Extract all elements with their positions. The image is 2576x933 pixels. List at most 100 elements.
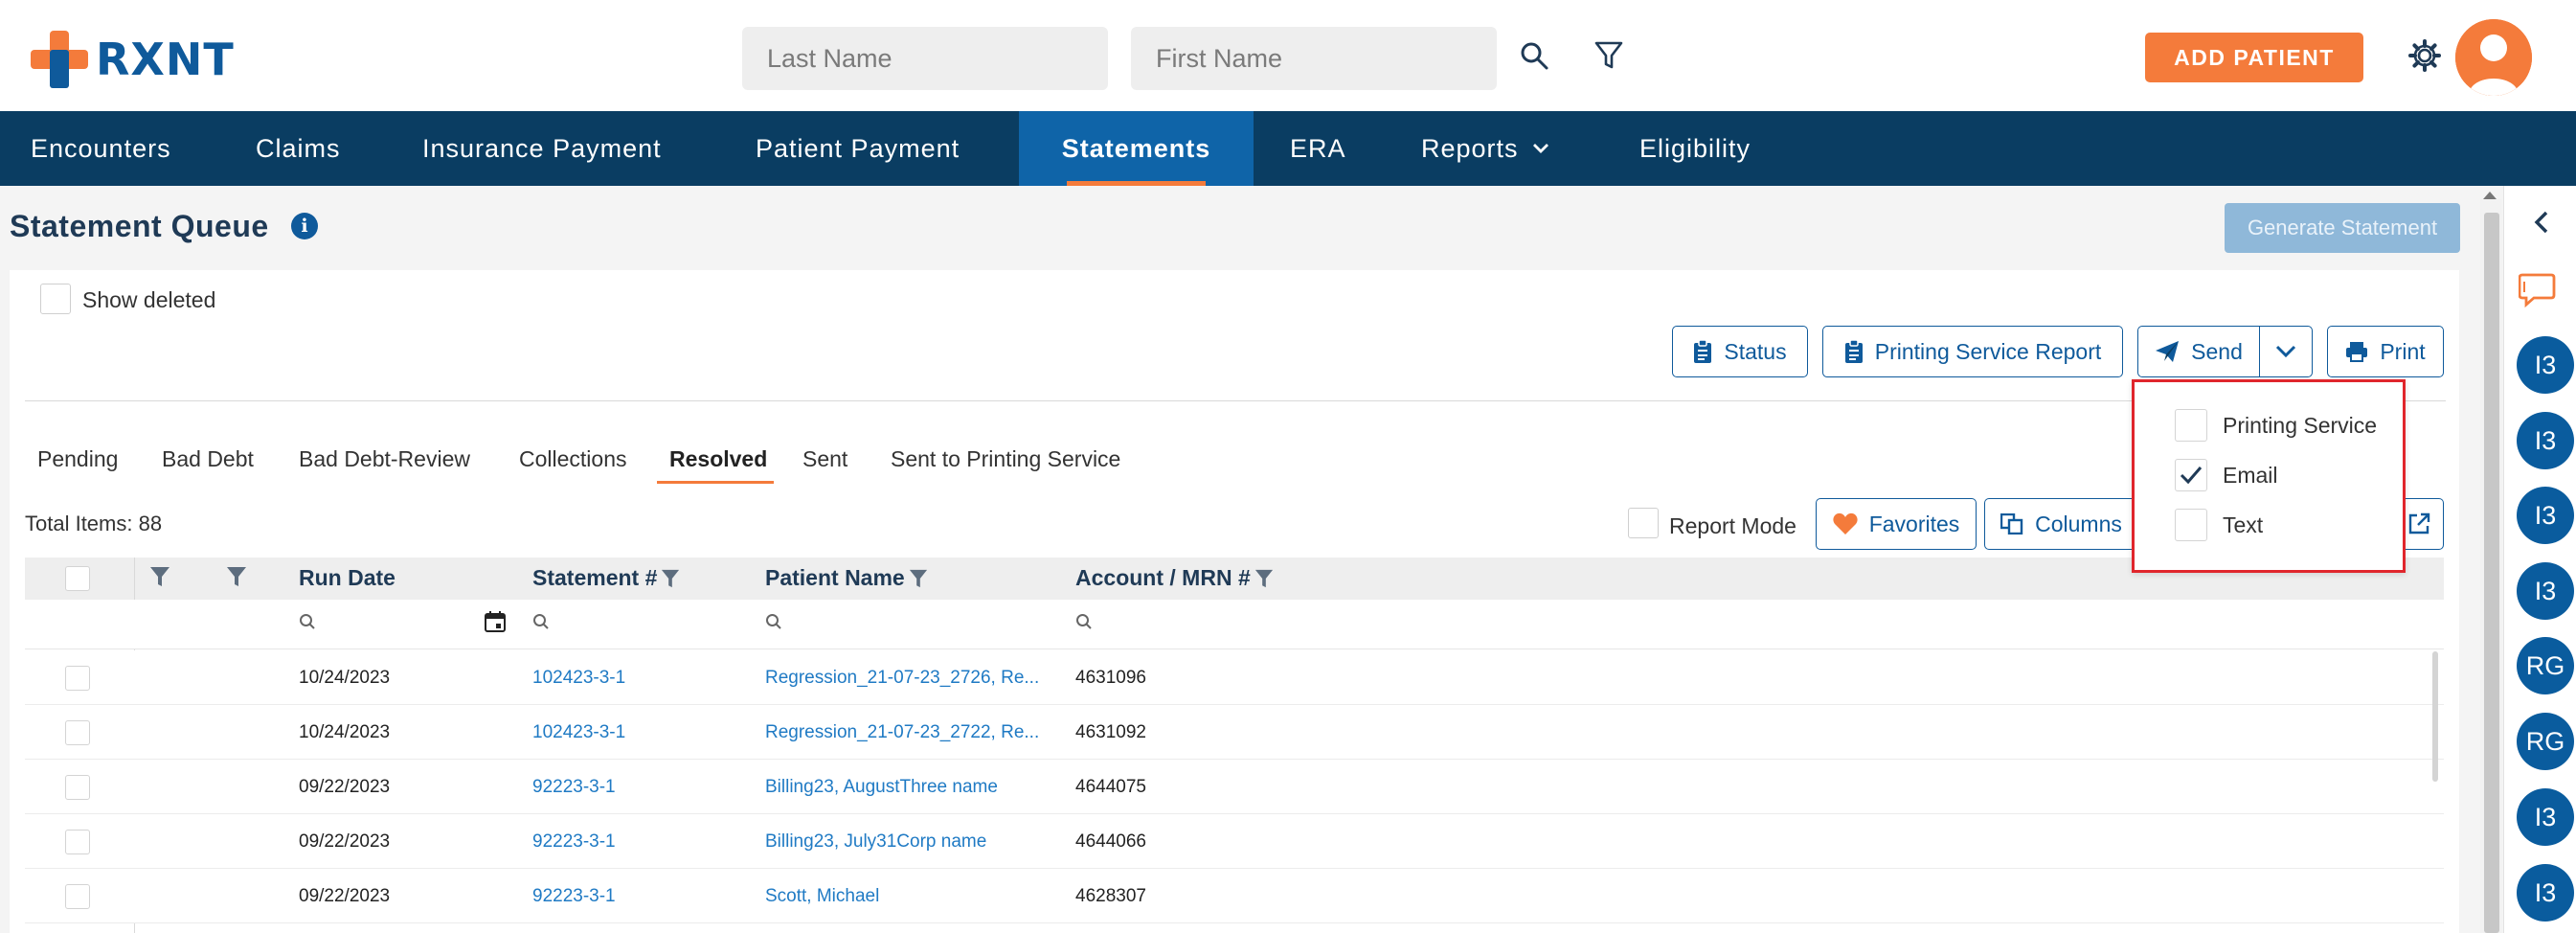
rxnt-logo[interactable]: RXNT bbox=[31, 29, 251, 90]
send-button[interactable]: Send bbox=[2137, 326, 2260, 377]
favorites-button[interactable]: Favorites bbox=[1816, 498, 1977, 550]
filter-icon[interactable] bbox=[1592, 38, 1626, 73]
calendar-icon[interactable] bbox=[485, 611, 506, 637]
run-date-header: Run Date bbox=[299, 565, 395, 590]
generate-statement-button[interactable]: Generate Statement bbox=[2225, 203, 2460, 253]
gear-icon[interactable] bbox=[2406, 36, 2444, 75]
table-row[interactable]: 09/22/2023 92223-3-1 Billing23, July31Co… bbox=[25, 814, 2444, 869]
send-options-toggle[interactable] bbox=[2259, 326, 2313, 377]
rail-avatar[interactable]: RG bbox=[2517, 713, 2574, 770]
patient-link[interactable]: Billing23, AugustThree name bbox=[765, 777, 998, 798]
statement-link[interactable]: 92223-3-1 bbox=[532, 777, 616, 798]
filter-icon[interactable] bbox=[661, 568, 680, 589]
filter-icon[interactable] bbox=[149, 565, 170, 593]
add-patient-button[interactable]: ADD PATIENT bbox=[2145, 33, 2363, 82]
nav-statements[interactable]: Statements bbox=[1019, 111, 1254, 186]
toolbar-divider bbox=[25, 400, 2446, 401]
columns-button[interactable]: Columns bbox=[1984, 498, 2137, 550]
rail-avatar[interactable]: I3 bbox=[2517, 412, 2574, 469]
scroll-up-icon[interactable] bbox=[2483, 192, 2497, 199]
rail-avatar[interactable]: RG bbox=[2517, 637, 2574, 694]
filter-icon[interactable] bbox=[226, 565, 247, 593]
row-checkbox[interactable] bbox=[65, 720, 90, 745]
patient-search-icon[interactable] bbox=[765, 613, 782, 635]
tab-sent[interactable]: Sent bbox=[802, 446, 847, 472]
option-email[interactable]: Email bbox=[2175, 459, 2278, 491]
first-name-input[interactable] bbox=[1131, 27, 1497, 90]
cross-logo-icon bbox=[31, 31, 88, 88]
last-name-input[interactable] bbox=[742, 27, 1108, 90]
page-scrollbar-thumb[interactable] bbox=[2484, 213, 2499, 933]
columns-icon bbox=[2000, 513, 2023, 535]
table-row[interactable]: 10/24/2023 102423-3-1 Regression_21-07-2… bbox=[25, 705, 2444, 760]
select-all-checkbox[interactable] bbox=[65, 566, 90, 591]
row-checkbox[interactable] bbox=[65, 775, 90, 800]
checkmark-icon bbox=[2180, 466, 2203, 485]
tab-bad-debt[interactable]: Bad Debt bbox=[162, 446, 254, 472]
column-statement-number[interactable]: Statement # bbox=[532, 565, 680, 591]
patient-link[interactable]: Scott, Michael bbox=[765, 886, 879, 907]
column-run-date[interactable]: Run Date bbox=[299, 565, 395, 591]
option-printing-service[interactable]: Printing Service bbox=[2175, 409, 2377, 442]
nav-insurance-payment[interactable]: Insurance Payment bbox=[392, 111, 692, 186]
option-text[interactable]: Text bbox=[2175, 509, 2263, 541]
patient-link[interactable]: Regression_21-07-23_2726, Re... bbox=[765, 668, 1039, 689]
statement-search-icon[interactable] bbox=[532, 613, 550, 635]
printing-service-label: Printing Service bbox=[2223, 412, 2378, 438]
search-icon[interactable] bbox=[1517, 38, 1551, 73]
rail-avatar[interactable]: I3 bbox=[2517, 336, 2574, 394]
export-icon bbox=[2408, 512, 2429, 535]
text-checkbox[interactable] bbox=[2175, 509, 2207, 541]
tab-resolved[interactable]: Resolved bbox=[669, 446, 767, 472]
status-button[interactable]: Status bbox=[1672, 326, 1808, 377]
account-cell: 4644066 bbox=[1075, 831, 1146, 852]
tab-pending[interactable]: Pending bbox=[37, 446, 118, 472]
rail-avatar[interactable]: I3 bbox=[2517, 864, 2574, 922]
column-account-mrn[interactable]: Account / MRN # bbox=[1075, 565, 1274, 591]
statement-link[interactable]: 92223-3-1 bbox=[532, 886, 616, 907]
rail-avatar[interactable]: I3 bbox=[2517, 788, 2574, 846]
nav-reports[interactable]: Reports bbox=[1390, 111, 1580, 186]
row-checkbox[interactable] bbox=[65, 666, 90, 691]
printing-service-report-button[interactable]: Printing Service Report bbox=[1822, 326, 2123, 377]
chat-icon[interactable] bbox=[2518, 272, 2557, 313]
table-row[interactable]: 09/22/2023 92223-3-1 Scott, Michael 4628… bbox=[25, 869, 2444, 923]
table-row[interactable]: 09/22/2023 92223-3-1 Billing23, AugustTh… bbox=[25, 760, 2444, 814]
user-avatar-icon[interactable] bbox=[2455, 19, 2532, 96]
nav-era[interactable]: ERA bbox=[1259, 111, 1377, 186]
tab-sent-to-printing-service[interactable]: Sent to Printing Service bbox=[891, 446, 1120, 472]
account-cell: 4631096 bbox=[1075, 668, 1146, 688]
run-date-search-icon[interactable] bbox=[299, 613, 316, 635]
nav-claims[interactable]: Claims bbox=[225, 111, 372, 186]
print-button[interactable]: Print bbox=[2327, 326, 2444, 377]
table-scrollbar[interactable] bbox=[2432, 651, 2438, 782]
tab-bad-debt-review[interactable]: Bad Debt-Review bbox=[299, 446, 470, 472]
email-checkbox[interactable] bbox=[2175, 459, 2207, 491]
show-deleted-checkbox[interactable] bbox=[40, 284, 71, 314]
nav-encounters[interactable]: Encounters bbox=[0, 111, 202, 186]
filter-icon[interactable] bbox=[909, 568, 928, 589]
tab-collections[interactable]: Collections bbox=[519, 446, 627, 472]
account-search-icon[interactable] bbox=[1075, 613, 1093, 635]
filter-icon[interactable] bbox=[1254, 568, 1274, 589]
patient-link[interactable]: Billing23, July31Corp name bbox=[765, 831, 986, 853]
rail-avatar[interactable]: I3 bbox=[2517, 487, 2574, 544]
nav-patient-payment[interactable]: Patient Payment bbox=[725, 111, 990, 186]
send-label: Send bbox=[2191, 338, 2243, 364]
table-row[interactable]: 10/24/2023 102423-3-1 Regression_21-07-2… bbox=[25, 650, 2444, 705]
statement-link[interactable]: 92223-3-1 bbox=[532, 831, 616, 853]
collapse-chevron-icon[interactable] bbox=[2534, 211, 2549, 239]
row-checkbox[interactable] bbox=[65, 884, 90, 909]
account-cell: 4644075 bbox=[1075, 777, 1146, 797]
report-mode-checkbox[interactable] bbox=[1628, 508, 1659, 538]
printing-service-checkbox[interactable] bbox=[2175, 409, 2207, 442]
statement-number-header: Statement # bbox=[532, 565, 658, 590]
rail-avatar[interactable]: I3 bbox=[2517, 562, 2574, 620]
statement-link[interactable]: 102423-3-1 bbox=[532, 722, 625, 743]
statement-link[interactable]: 102423-3-1 bbox=[532, 668, 625, 689]
nav-eligibility[interactable]: Eligibility bbox=[1609, 111, 1781, 186]
column-patient-name[interactable]: Patient Name bbox=[765, 565, 928, 591]
patient-link[interactable]: Regression_21-07-23_2722, Re... bbox=[765, 722, 1039, 743]
row-checkbox[interactable] bbox=[65, 830, 90, 854]
info-icon[interactable]: i bbox=[291, 213, 318, 239]
